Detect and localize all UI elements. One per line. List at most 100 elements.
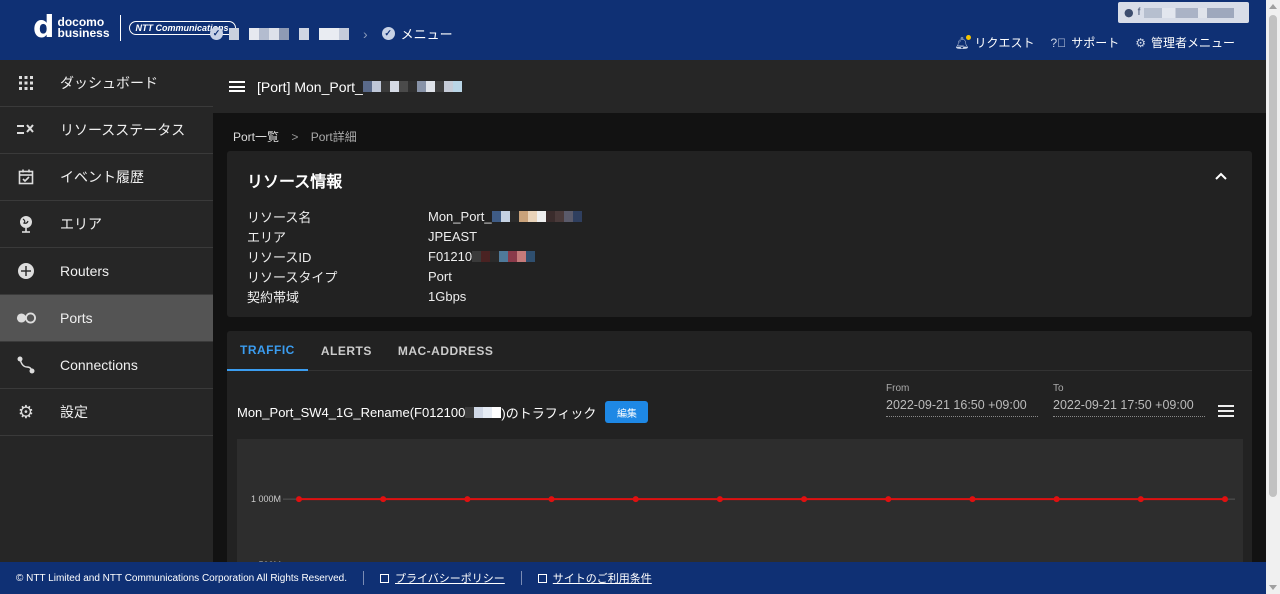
top-breadcrumb: ✓ › ✓ メニュー	[210, 24, 453, 43]
data-point[interactable]	[464, 496, 471, 503]
menu-link[interactable]: メニュー	[401, 24, 453, 43]
y-tick-label: 1 000M	[251, 494, 281, 504]
sidebar-item-label: Routers	[60, 263, 110, 279]
breadcrumb: Port一覧 > Port詳細	[233, 128, 357, 145]
sidebar-item-label: Connections	[60, 357, 138, 373]
external-link-icon	[537, 573, 547, 583]
sidebar-item-dashboard[interactable]: ダッシュボード	[0, 60, 213, 107]
data-point[interactable]	[548, 496, 555, 503]
from-field[interactable]: From 2022-09-21 16:50 +09:00	[886, 383, 1038, 417]
terms-of-use-link[interactable]: サイトのご利用条件	[537, 570, 652, 586]
info-row-bandwidth: 契約帯域 1Gbps	[247, 288, 467, 305]
tab-alerts[interactable]: ALERTS	[308, 331, 385, 371]
data-point[interactable]	[969, 496, 976, 503]
page-title: [Port] Mon_Port_	[257, 78, 363, 95]
sidebar-item-ports[interactable]: Ports	[0, 295, 213, 342]
main-content: [Port] Mon_Port_ Port一覧 > Port詳細 リソース情報 …	[213, 60, 1266, 562]
sidebar-item-settings[interactable]: ⚙ 設定	[0, 389, 213, 436]
sidebar: ダッシュボード リソースステータス イベント履歴 エリア Routers Por…	[0, 60, 213, 562]
support-link[interactable]: ?⃝ サポート	[1051, 34, 1120, 51]
data-point[interactable]	[801, 496, 808, 503]
redacted-contract-name[interactable]	[229, 27, 349, 40]
to-label: To	[1053, 383, 1064, 394]
info-row-resource-type: リソースタイプ Port	[247, 268, 452, 285]
scroll-up-arrow-icon[interactable]	[1269, 4, 1277, 9]
page-header: [Port] Mon_Port_	[213, 60, 1266, 113]
traffic-panel: TRAFFIC ALERTS MAC-ADDRESS Mon_Port_SW4_…	[227, 331, 1252, 562]
data-point[interactable]	[1222, 496, 1228, 503]
sidebar-item-event-history[interactable]: イベント履歴	[0, 154, 213, 201]
chevron-right-icon: ›	[363, 25, 368, 42]
edit-button[interactable]: 編集	[605, 401, 649, 423]
scroll-down-arrow-icon[interactable]	[1269, 585, 1277, 590]
to-input[interactable]: 2022-09-21 17:50 +09:00	[1053, 398, 1205, 417]
info-row-area: エリア JPEAST	[247, 228, 478, 245]
from-input[interactable]: 2022-09-21 16:50 +09:00	[886, 398, 1038, 417]
traffic-title-prefix: Mon_Port_SW4_1G_Rename(F012100	[237, 404, 466, 420]
user-name: f	[1137, 7, 1141, 18]
chart-menu-icon[interactable]	[1218, 405, 1234, 417]
external-link-icon	[380, 573, 390, 583]
copyright-text: © NTT Limited and NTT Communications Cor…	[16, 572, 348, 584]
info-row-resource-id: リソースID F01210	[247, 246, 582, 266]
data-point[interactable]	[1053, 496, 1060, 503]
redacted-resource-id	[472, 250, 536, 262]
data-point[interactable]	[296, 496, 302, 503]
user-account-button[interactable]: ● f	[1118, 2, 1249, 23]
traffic-title: Mon_Port_SW4_1G_Rename(F012100 )のトラフィック …	[237, 401, 649, 423]
sidebar-item-routers[interactable]: Routers	[0, 248, 213, 295]
sidebar-item-resource-status[interactable]: リソースステータス	[0, 107, 213, 154]
breadcrumb-port-list[interactable]: Port一覧	[233, 130, 279, 144]
traffic-title-suffix: )のトラフィック	[501, 405, 597, 421]
data-point[interactable]	[716, 496, 723, 503]
help-icon: ?⃝	[1050, 35, 1067, 50]
logo-mark: d	[33, 10, 55, 45]
to-field[interactable]: To 2022-09-21 17:50 +09:00	[1053, 383, 1205, 417]
sidebar-item-label: 設定	[60, 404, 88, 420]
header-links: 🔔︎ リクエスト ?⃝ サポート ⚙ 管理者メニュー	[954, 34, 1235, 51]
window-scrollbar[interactable]	[1266, 0, 1280, 594]
sidebar-item-connections[interactable]: Connections	[0, 342, 213, 389]
sidebar-item-area[interactable]: エリア	[0, 201, 213, 248]
globe-icon	[16, 214, 36, 234]
resource-name-value: Mon_Port_	[428, 208, 492, 224]
toggle-icon	[16, 308, 36, 328]
request-link[interactable]: 🔔︎ リクエスト	[954, 34, 1035, 51]
data-point[interactable]	[885, 496, 892, 503]
gear-icon: ⚙	[1135, 35, 1146, 50]
data-point[interactable]	[632, 496, 639, 503]
privacy-policy-link[interactable]: プライバシーポリシー	[380, 570, 505, 586]
info-row-name: リソース名 Mon_Port_	[247, 206, 582, 226]
data-point[interactable]	[380, 496, 387, 503]
docomo-business-logo[interactable]: d docomo business NTT Communications	[33, 10, 236, 45]
bell-icon: 🔔︎	[954, 34, 971, 50]
calendar-check-icon	[16, 167, 36, 187]
hamburger-menu-icon[interactable]	[229, 81, 245, 92]
redacted-user-name	[1144, 7, 1235, 18]
redacted-port-id	[465, 406, 502, 418]
tab-traffic[interactable]: TRAFFIC	[227, 331, 308, 371]
redacted-port-name	[362, 81, 462, 92]
sidebar-item-label: Ports	[60, 310, 93, 326]
resource-id-value: F01210	[428, 248, 473, 264]
tab-mac-address[interactable]: MAC-ADDRESS	[385, 331, 507, 371]
check-circle-icon: ✓	[381, 27, 395, 40]
chevron-up-icon[interactable]	[1214, 169, 1228, 183]
sidebar-item-label: エリア	[60, 216, 102, 232]
from-label: From	[886, 383, 910, 394]
scrollbar-thumb[interactable]	[1269, 15, 1277, 497]
area-value: JPEAST	[428, 228, 478, 244]
admin-menu-link[interactable]: ⚙ 管理者メニュー	[1135, 34, 1235, 51]
top-header: d docomo business NTT Communications ✓ ›…	[0, 0, 1266, 60]
traffic-chart: 1 500M1 000M500M	[237, 429, 1243, 562]
logo-line2: business	[57, 26, 110, 40]
gear-icon: ⚙	[17, 401, 35, 422]
user-icon: ●	[1124, 6, 1134, 19]
grid-icon	[16, 73, 36, 93]
resource-info-list: リソース名 Mon_Port_ エリア JPEAST リソースID F01210…	[247, 206, 582, 306]
data-point[interactable]	[1137, 496, 1144, 503]
sidebar-item-label: ダッシュボード	[60, 75, 158, 91]
list-check-icon	[16, 120, 36, 140]
traffic-chart-svg: 1 500M1 000M500M	[251, 429, 1235, 562]
resource-info-card: リソース情報 リソース名 Mon_Port_ エリア JPEAST リソースID…	[227, 151, 1252, 317]
